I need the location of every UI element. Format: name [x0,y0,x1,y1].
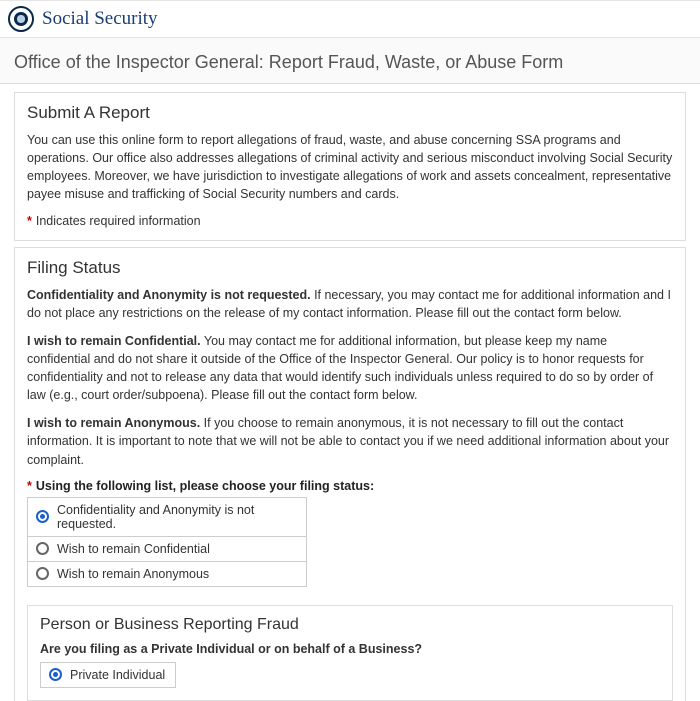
reporter-heading: Person or Business Reporting Fraud [40,616,660,634]
required-asterisk: * [27,214,32,228]
filing-opt3-label: I wish to remain Anonymous. [27,416,200,430]
required-note: * Indicates required information [27,214,673,228]
filing-option-not-requested[interactable]: Confidentiality and Anonymity is not req… [28,498,306,537]
ssa-seal-icon [8,6,34,32]
brand-title: Social Security [42,8,158,30]
reporter-option-label: Private Individual [70,668,165,682]
topbar: Social Security [0,0,700,38]
submit-report-body: You can use this online form to report a… [27,131,673,204]
required-asterisk: * [27,479,32,493]
filing-opt2-label: I wish to remain Confidential. [27,334,201,348]
radio-icon [49,668,62,681]
filing-status-prompt-text: Using the following list, please choose … [36,479,374,493]
submit-report-panel: Submit A Report You can use this online … [14,92,686,241]
filing-option-label: Confidentiality and Anonymity is not req… [57,503,298,531]
page-title: Office of the Inspector General: Report … [14,52,686,73]
filing-option-label: Wish to remain Confidential [57,542,210,556]
filing-option-confidential[interactable]: Wish to remain Confidential [28,537,306,562]
reporter-panel: Person or Business Reporting Fraud Are y… [27,605,673,701]
filing-option-label: Wish to remain Anonymous [57,567,209,581]
reporter-question: Are you filing as a Private Individual o… [40,642,660,656]
filing-opt1-label: Confidentiality and Anonymity is not req… [27,288,311,302]
required-note-text: Indicates required information [36,214,201,228]
filing-option-anonymous[interactable]: Wish to remain Anonymous [28,562,306,586]
radio-icon [36,542,49,555]
submit-report-heading: Submit A Report [27,103,673,123]
filing-opt3-desc: I wish to remain Anonymous. If you choos… [27,414,673,468]
radio-icon [36,567,49,580]
filing-opt1-desc: Confidentiality and Anonymity is not req… [27,286,673,322]
page-title-band: Office of the Inspector General: Report … [0,38,700,84]
reporter-option-private[interactable]: Private Individual [40,662,176,688]
filing-status-heading: Filing Status [27,258,673,278]
filing-opt2-desc: I wish to remain Confidential. You may c… [27,332,673,405]
radio-icon [36,510,49,523]
filing-status-panel: Filing Status Confidentiality and Anonym… [14,247,686,701]
filing-status-radio-group: Confidentiality and Anonymity is not req… [27,497,307,587]
filing-status-prompt: * Using the following list, please choose… [27,479,673,493]
